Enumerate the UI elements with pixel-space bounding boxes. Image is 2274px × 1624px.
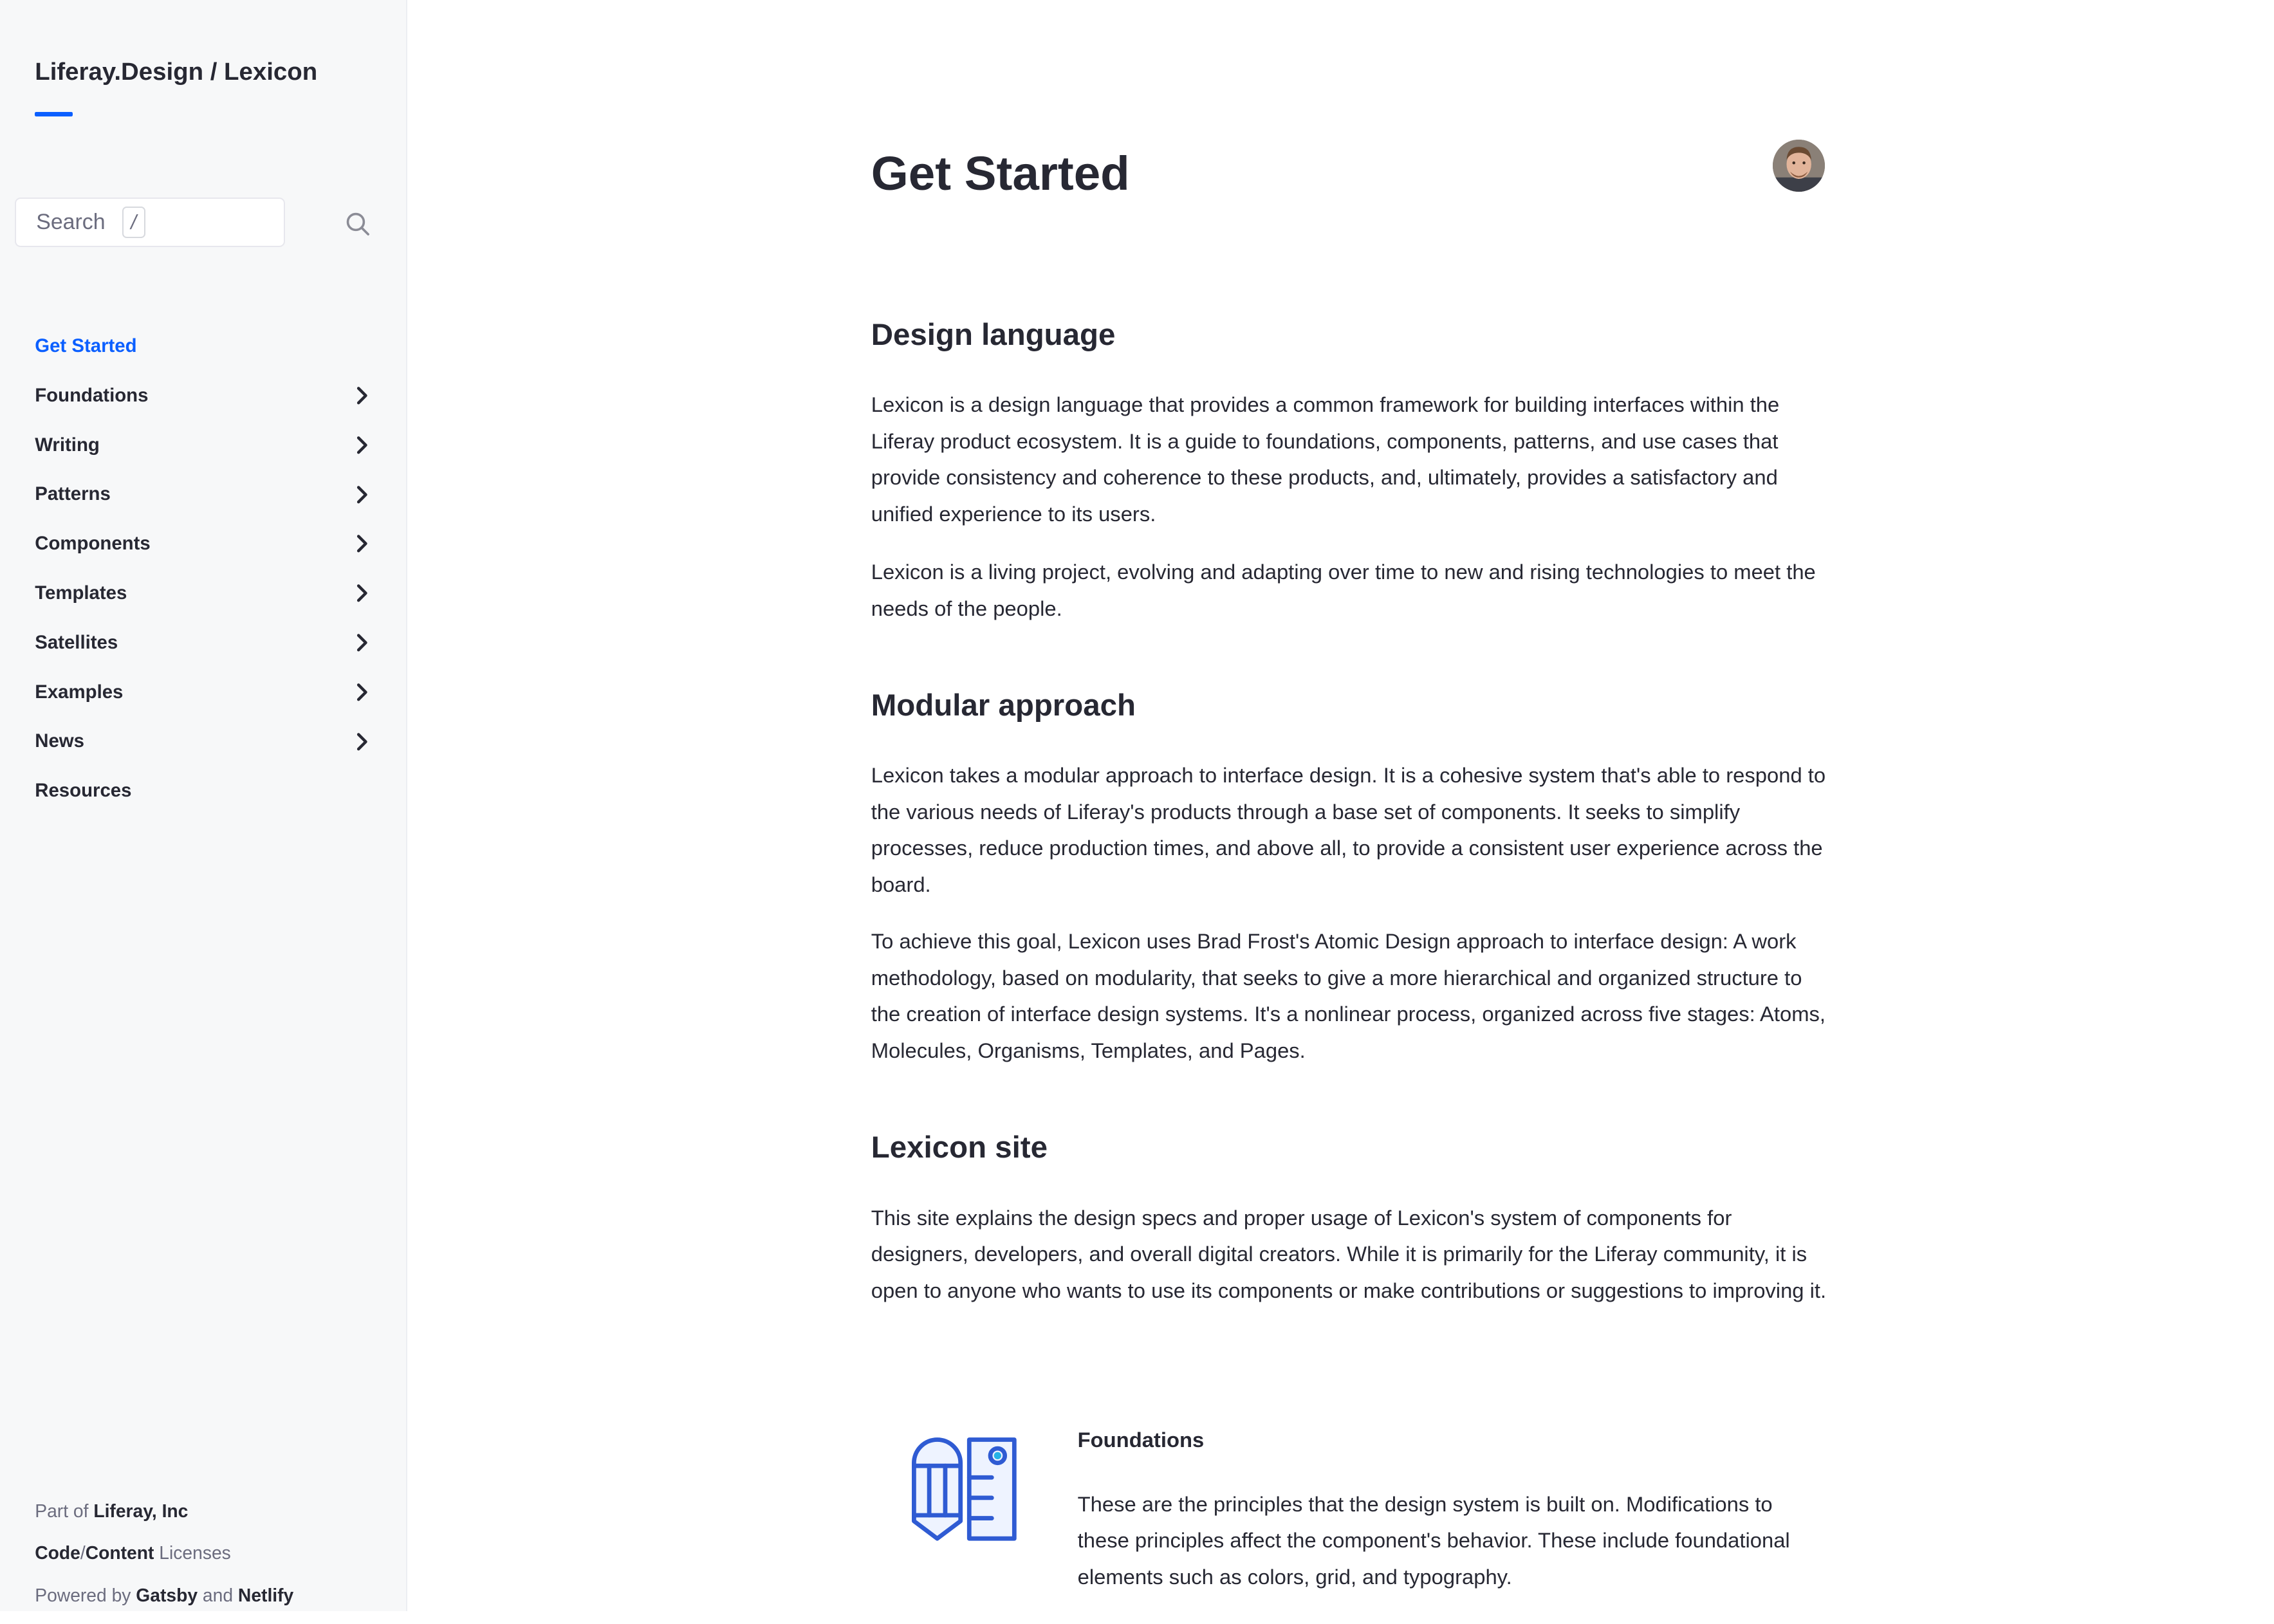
sidebar-item-patterns[interactable]: Patterns <box>35 470 378 519</box>
sidebar-item-label: Patterns <box>35 483 111 505</box>
sidebar-item-satellites[interactable]: Satellites <box>35 618 378 667</box>
paragraph: Lexicon is a design language that provid… <box>871 392 1780 526</box>
sidebar-item-label: Satellites <box>35 631 118 653</box>
chevron-right-icon[interactable] <box>352 583 373 604</box>
sidebar-item-label: Foundations <box>35 384 149 406</box>
sidebar-item-foundations[interactable]: Foundations <box>35 371 378 420</box>
sidebar-item-label: News <box>35 730 84 752</box>
search-box[interactable]: / <box>14 198 285 248</box>
chevron-right-icon[interactable] <box>352 632 373 653</box>
liferay-link[interactable]: Liferay, Inc <box>93 1500 188 1521</box>
chevron-right-icon[interactable] <box>352 385 373 406</box>
footer-text: and <box>202 1584 234 1605</box>
paragraph: Lexicon takes a modular approach to inte… <box>871 763 1826 896</box>
avatar[interactable] <box>1772 139 1826 192</box>
sidebar-item-components[interactable]: Components <box>35 519 378 569</box>
chevron-right-icon[interactable] <box>352 732 373 752</box>
sidebar-item-examples[interactable]: Examples <box>35 667 378 717</box>
sidebar-item-writing[interactable]: Writing <box>35 420 378 470</box>
sidebar: Liferay.Design / Lexicon / Get Started F… <box>0 0 407 1612</box>
card-title-foundations[interactable]: Foundations <box>1078 1428 1205 1452</box>
page-title: Get Started <box>871 146 1130 200</box>
netlify-link[interactable]: Netlify <box>238 1585 293 1605</box>
footer-slash: / <box>80 1542 86 1564</box>
avatar-image <box>1772 139 1826 192</box>
sidebar-item-get-started[interactable]: Get Started <box>35 321 378 371</box>
brand-underline <box>35 112 73 116</box>
chevron-right-icon[interactable] <box>352 682 373 703</box>
footer-licenses: Code/Content Licenses <box>35 1540 293 1582</box>
footer-part-of: Part of Liferay, Inc <box>35 1498 293 1540</box>
sidebar-item-label: Examples <box>35 681 124 703</box>
sidebar-item-resources[interactable]: Resources <box>35 766 378 816</box>
footer-powered-by: Powered by Gatsby and Netlify <box>35 1582 293 1624</box>
content-license-link[interactable]: Content <box>86 1542 154 1563</box>
gatsby-link[interactable]: Gatsby <box>136 1585 198 1605</box>
sidebar-item-label: Resources <box>35 780 132 802</box>
sidebar-item-label: Components <box>35 533 151 555</box>
code-license-link[interactable]: Code <box>35 1542 80 1563</box>
sidebar-item-label: Writing <box>35 434 100 456</box>
sidebar-item-news[interactable]: News <box>35 717 378 766</box>
sidebar-item-label: Templates <box>35 582 127 604</box>
search-input[interactable] <box>15 199 118 246</box>
card-description: These are the principles that the design… <box>1077 1491 1790 1589</box>
paragraph: Lexicon is a living project, evolving an… <box>871 560 1816 620</box>
section-heading-modular-approach: Modular approach <box>871 688 1136 723</box>
footer-text: Powered by <box>35 1584 131 1605</box>
paragraph: To achieve this goal, Lexicon uses Brad … <box>871 929 1826 1062</box>
sidebar-item-label: Get Started <box>35 335 137 356</box>
chevron-right-icon[interactable] <box>352 435 373 456</box>
pencil-document-icon <box>912 1437 1017 1541</box>
paragraph: This site explains the design specs and … <box>871 1205 1827 1302</box>
section-heading-design-language: Design language <box>871 317 1116 352</box>
sidebar-nav: Get Started Foundations Writing Patterns… <box>35 321 378 815</box>
search-icon[interactable] <box>345 211 371 237</box>
chevron-right-icon[interactable] <box>352 533 373 554</box>
chevron-right-icon[interactable] <box>352 484 373 505</box>
site-brand[interactable]: Liferay.Design / Lexicon <box>35 58 317 86</box>
footer-text: Part of <box>35 1500 89 1521</box>
sidebar-footer: Part of Liferay, Inc Code/Content Licens… <box>35 1498 293 1624</box>
sidebar-item-templates[interactable]: Templates <box>35 569 378 618</box>
section-heading-lexicon-site: Lexicon site <box>871 1130 1048 1165</box>
footer-text: Licenses <box>159 1542 231 1564</box>
search-shortcut-key: / <box>122 206 145 239</box>
